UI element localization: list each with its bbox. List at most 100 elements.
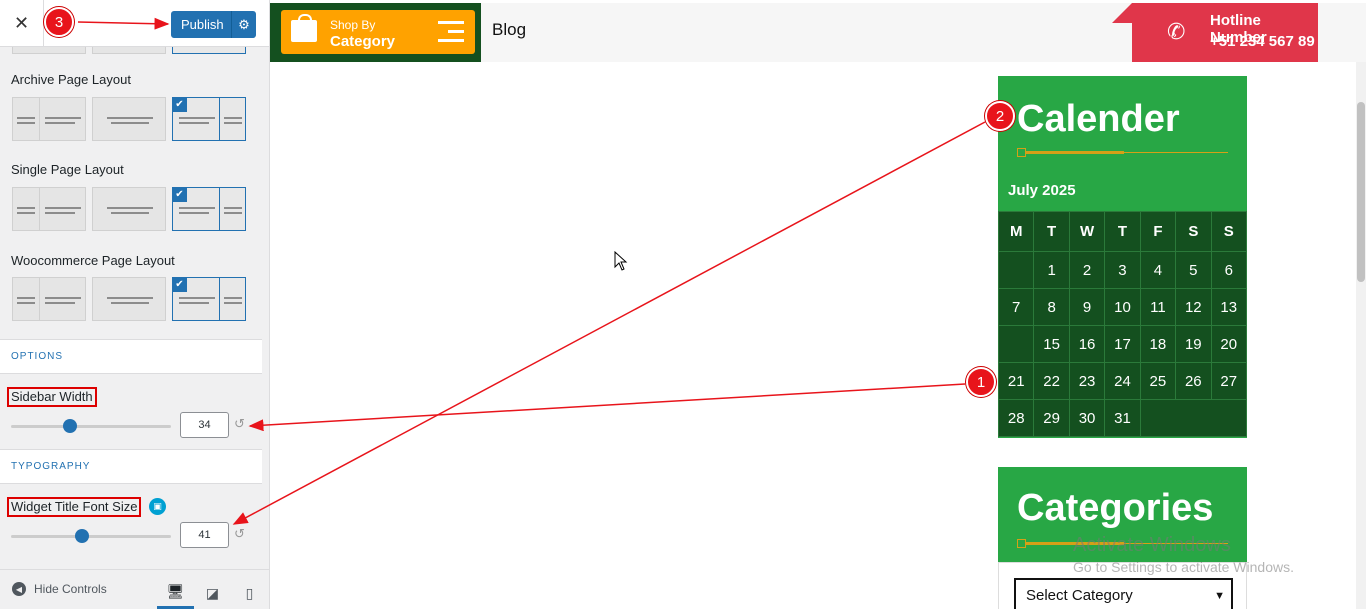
shop-by-category-button[interactable]: Shop By Category [281, 10, 475, 54]
layout-left-sidebar[interactable] [12, 187, 86, 231]
calendar-day-cell: 15 [1033, 325, 1070, 363]
scrollbar[interactable] [1356, 62, 1366, 609]
calendar-day-cell: 30 [1068, 399, 1106, 437]
category-select[interactable]: Select Category ▼ [1014, 578, 1233, 609]
calendar-day-cell: 5 [1175, 251, 1212, 289]
categories-widget-title: Categories [1017, 487, 1214, 529]
responsive-device-icon[interactable]: ▣ [149, 498, 166, 515]
mobile-icon[interactable]: ▯ [231, 578, 268, 609]
calendar-week-row: 28 29 30 31 [997, 399, 1248, 437]
category-select-value: Select Category [1026, 587, 1133, 604]
calendar-day-header: F [1139, 211, 1177, 252]
archive-layout-label: Archive Page Layout [11, 72, 131, 87]
slider-handle[interactable] [63, 419, 78, 433]
slider-handle[interactable] [74, 529, 89, 543]
layout-right-sidebar-selected[interactable]: ✔ [172, 97, 246, 141]
woocommerce-layout-options: ✔ [12, 277, 246, 321]
calendar-week-row: 15 16 17 18 19 20 [997, 325, 1248, 363]
layout-left-sidebar[interactable] [12, 277, 86, 321]
checkmark-icon: ✔ [172, 277, 187, 292]
calendar-widget: Calender July 2025 MTWTFSS 1 2 3 4 5 6 7 8 9 10 11… [997, 76, 1248, 438]
calendar-table: MTWTFSS 1 2 3 4 5 6 7 8 9 10 11 12 13 15 16 17 18 19 20 21 2… [997, 211, 1248, 437]
nav-link-blog[interactable]: Blog [492, 20, 526, 40]
calendar-day-cell: 17 [1104, 325, 1141, 363]
chevron-down-icon: ▼ [1214, 590, 1225, 602]
calendar-day-cell: 4 [1139, 251, 1177, 289]
calendar-day-cell: 7 [997, 288, 1035, 326]
archive-layout-options: ✔ [12, 97, 246, 141]
shopping-bag-icon [291, 14, 317, 42]
activation-watermark-text: Go to Settings to activate Windows. [1073, 559, 1294, 575]
calendar-day-cell: 8 [1033, 288, 1070, 326]
calendar-day-cell: 16 [1068, 325, 1106, 363]
reset-icon[interactable]: ↺ [234, 527, 245, 542]
hotline-block: ✆ Hotline Number +51 234 567 89 [1112, 3, 1318, 62]
hotline-number[interactable]: +51 234 567 89 [1210, 33, 1315, 50]
calendar-widget-title: Calender [1017, 98, 1180, 140]
sidebar-width-slider[interactable] [11, 419, 171, 433]
publish-label[interactable]: Publish [171, 17, 231, 32]
options-section-heading: OPTIONS [0, 339, 262, 374]
calendar-day-cell: 2 [1068, 251, 1106, 289]
calendar-day-cell: 13 [1210, 288, 1248, 326]
calendar-day-header: S [1175, 211, 1212, 252]
layout-full-width[interactable] [92, 277, 166, 321]
customizer-footer: ◀ Hide Controls 🖥 ◪ ▯ [0, 569, 269, 609]
hide-controls-button[interactable]: ◀ Hide Controls [12, 582, 107, 596]
customizer-controls: Archive Page Layout ✔ Single Page Layout… [0, 10, 262, 569]
activation-watermark-title: Activate Windows [1073, 534, 1231, 556]
calendar-empty-cell [997, 325, 1035, 363]
calendar-day-cell: 23 [1068, 362, 1106, 400]
calendar-day-cell: 24 [1104, 362, 1141, 400]
calendar-day-cell: 25 [1139, 362, 1177, 400]
scrollbar-thumb[interactable] [1357, 102, 1365, 282]
calendar-day-cell: 20 [1210, 325, 1248, 363]
customizer-header: ✕ Publish ⚙ [0, 0, 269, 47]
site-header: Shop By Category Blog ✆ Hotline Number +… [270, 3, 1366, 62]
calendar-day-cell: 1 [1033, 251, 1070, 289]
calendar-day-header: S [1210, 211, 1248, 252]
calendar-day-header: T [1033, 211, 1070, 252]
calendar-day-cell: 26 [1175, 362, 1212, 400]
single-layout-label: Single Page Layout [11, 162, 124, 177]
hide-controls-label: Hide Controls [34, 582, 107, 596]
calendar-month: July 2025 [1008, 182, 1076, 199]
desktop-icon[interactable]: 🖥 [157, 578, 194, 609]
title-underline [1017, 148, 1228, 157]
gear-icon[interactable]: ⚙ [231, 11, 256, 38]
calendar-week-row: 21 22 23 24 25 26 27 [997, 362, 1248, 400]
calendar-empty-cell [1139, 399, 1248, 437]
layout-full-width[interactable] [92, 187, 166, 231]
calendar-day-cell: 29 [1033, 399, 1070, 437]
mouse-cursor-icon [614, 251, 628, 271]
layout-right-sidebar-selected[interactable]: ✔ [172, 277, 246, 321]
publish-button[interactable]: Publish ⚙ [171, 11, 256, 38]
menu-icon [438, 21, 464, 48]
calendar-day-cell: 22 [1033, 362, 1070, 400]
calendar-day-cell: 3 [1104, 251, 1141, 289]
widget-title-font-size-input[interactable]: 41 [180, 522, 229, 548]
site-preview: Shop By Category Blog ✆ Hotline Number +… [270, 0, 1366, 609]
calendar-day-cell: 27 [1210, 362, 1248, 400]
reset-icon[interactable]: ↺ [234, 417, 245, 432]
customizer-panel: ✕ Publish ⚙ Archive Page Layout ✔ Single… [0, 0, 270, 609]
calendar-day-cell: 18 [1139, 325, 1177, 363]
category-label: Category [330, 33, 396, 50]
woocommerce-layout-label: Woocommerce Page Layout [11, 253, 175, 268]
calendar-day-cell: 21 [997, 362, 1035, 400]
widget-title-font-size-slider[interactable] [11, 529, 171, 543]
tablet-icon[interactable]: ◪ [194, 578, 231, 609]
annotation-badge-1: 1 [966, 367, 996, 397]
layout-right-sidebar-selected[interactable]: ✔ [172, 187, 246, 231]
typography-section-heading: TYPOGRAPHY [0, 449, 262, 484]
calendar-day-cell: 11 [1139, 288, 1177, 326]
calendar-day-header: W [1068, 211, 1106, 252]
close-icon[interactable]: ✕ [0, 0, 44, 47]
layout-left-sidebar[interactable] [12, 97, 86, 141]
shop-by-category-block: Shop By Category [270, 3, 481, 62]
calendar-day-header: M [997, 211, 1035, 252]
annotation-badge-3: 3 [44, 7, 74, 37]
sidebar-width-label: Sidebar Width [7, 387, 97, 407]
layout-full-width[interactable] [92, 97, 166, 141]
sidebar-width-input[interactable]: 34 [180, 412, 229, 438]
